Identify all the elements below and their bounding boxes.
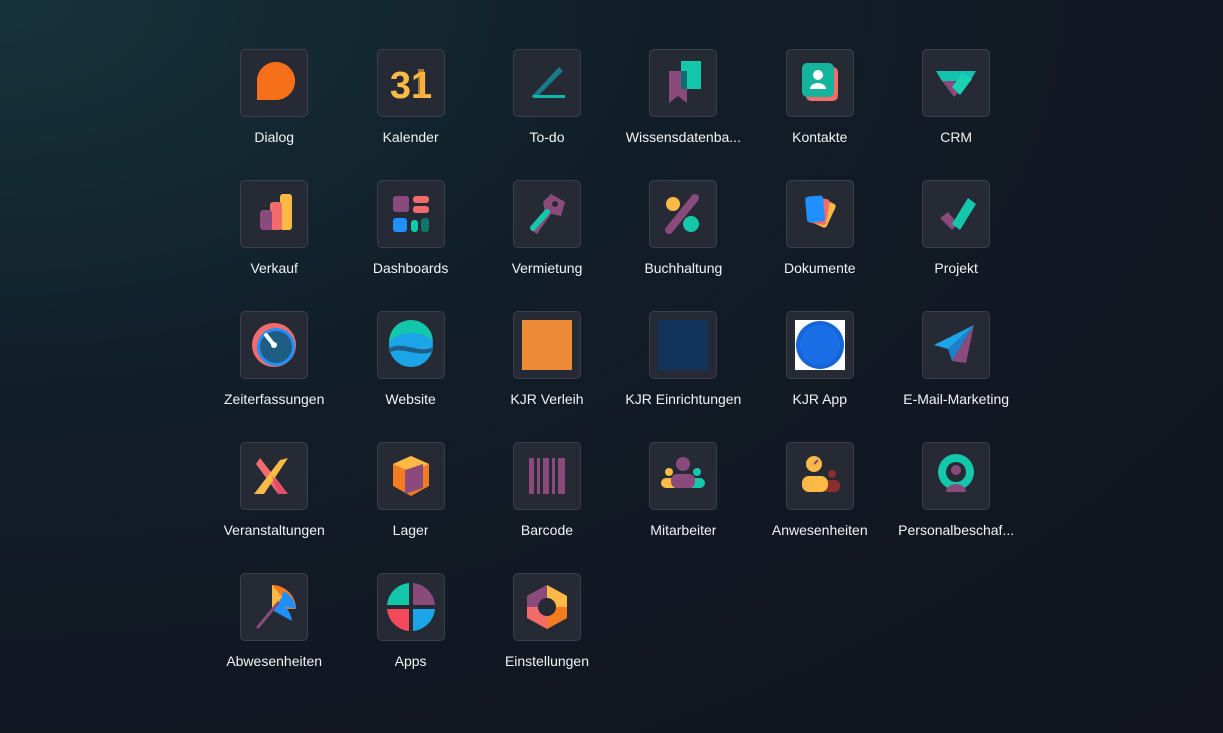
app-crm[interactable]: CRM xyxy=(888,49,1024,180)
app-label: Mitarbeiter xyxy=(650,522,717,538)
website-icon xyxy=(376,311,445,379)
app-label: Barcode xyxy=(520,522,574,538)
inventory-icon xyxy=(376,442,445,510)
app-label: Veranstaltungen xyxy=(223,522,325,538)
attendance-icon xyxy=(785,442,854,510)
todo-icon xyxy=(512,49,581,117)
app-kalender[interactable]: 31 Kalender xyxy=(342,49,478,180)
project-icon xyxy=(922,180,991,248)
app-email-marketing[interactable]: E-Mail-Marketing xyxy=(888,311,1024,442)
knowledge-icon xyxy=(649,49,718,117)
time-off-icon xyxy=(240,573,309,641)
app-personalbeschaffung[interactable]: Personalbeschaf... xyxy=(888,442,1024,573)
app-veranstaltungen[interactable]: Veranstaltungen xyxy=(206,442,342,573)
app-label: Kalender xyxy=(382,129,439,145)
app-kontakte[interactable]: Kontakte xyxy=(752,49,888,180)
app-label: Dashboards xyxy=(372,260,449,276)
apps-icon xyxy=(376,573,445,641)
calendar-icon-text: 31 xyxy=(389,65,431,107)
app-label: Buchhaltung xyxy=(644,260,723,276)
app-dashboards[interactable]: Dashboards xyxy=(342,180,478,311)
app-label: Abwesenheiten xyxy=(226,653,323,669)
app-kjr-einrichtungen[interactable]: KJR Einrichtungen xyxy=(615,311,751,442)
settings-icon xyxy=(512,573,581,641)
accounting-icon xyxy=(649,180,718,248)
app-wissensdatenbank[interactable]: Wissensdatenba... xyxy=(615,49,751,180)
app-label: E-Mail-Marketing xyxy=(903,391,1010,407)
rental-icon xyxy=(512,180,581,248)
paper-plane-icon xyxy=(922,311,991,379)
app-label: Einstellungen xyxy=(504,653,589,669)
app-label: Projekt xyxy=(934,260,978,276)
calendar-icon: 31 xyxy=(376,49,445,117)
app-kjr-app[interactable]: KJR App xyxy=(752,311,888,442)
app-kjr-verleih[interactable]: KJR Verleih xyxy=(479,311,615,442)
app-projekt[interactable]: Projekt xyxy=(888,180,1024,311)
app-lager[interactable]: Lager xyxy=(342,442,478,573)
app-label: Verkauf xyxy=(250,260,298,276)
app-todo[interactable]: To-do xyxy=(479,49,615,180)
timesheet-icon xyxy=(240,311,309,379)
app-label: CRM xyxy=(940,129,973,145)
app-label: Vermietung xyxy=(511,260,583,276)
app-barcode[interactable]: Barcode xyxy=(479,442,615,573)
barcode-icon xyxy=(512,442,581,510)
dialog-icon xyxy=(240,49,309,117)
app-website[interactable]: Website xyxy=(342,311,478,442)
recruitment-icon xyxy=(922,442,991,510)
app-label: Zeiterfassungen xyxy=(223,391,325,407)
app-abwesenheiten[interactable]: Abwesenheiten xyxy=(206,573,342,704)
app-buchhaltung[interactable]: Buchhaltung xyxy=(615,180,751,311)
app-zeiterfassungen[interactable]: Zeiterfassungen xyxy=(206,311,342,442)
app-label: Dokumente xyxy=(783,260,856,276)
app-label: Personalbeschaf... xyxy=(898,522,1015,538)
events-icon xyxy=(240,442,309,510)
app-label: Lager xyxy=(392,522,429,538)
app-anwesenheiten[interactable]: Anwesenheiten xyxy=(752,442,888,573)
app-label: Anwesenheiten xyxy=(771,522,868,538)
dashboards-icon xyxy=(376,180,445,248)
app-label: Kontakte xyxy=(792,129,848,145)
app-label: Website xyxy=(385,391,436,407)
app-vermietung[interactable]: Vermietung xyxy=(479,180,615,311)
app-mitarbeiter[interactable]: Mitarbeiter xyxy=(615,442,751,573)
app-apps[interactable]: Apps xyxy=(342,573,478,704)
app-label: KJR Verleih xyxy=(510,391,584,407)
crm-icon xyxy=(922,49,991,117)
app-grid: Dialog 31 Kalender To-do Wissensdatenba.… xyxy=(206,49,1024,704)
navy-square-icon xyxy=(649,311,718,379)
sales-icon xyxy=(240,180,309,248)
app-einstellungen[interactable]: Einstellungen xyxy=(479,573,615,704)
app-verkauf[interactable]: Verkauf xyxy=(206,180,342,311)
app-label: Wissensdatenba... xyxy=(625,129,741,145)
app-label: Apps xyxy=(394,653,427,669)
app-label: To-do xyxy=(529,129,565,145)
app-label: Dialog xyxy=(254,129,295,145)
documents-icon xyxy=(785,180,854,248)
app-label: KJR App xyxy=(792,391,847,407)
employees-icon xyxy=(649,442,718,510)
app-label: KJR Einrichtungen xyxy=(625,391,742,407)
app-dokumente[interactable]: Dokumente xyxy=(752,180,888,311)
orange-square-icon xyxy=(512,311,581,379)
contacts-icon xyxy=(785,49,854,117)
blue-circle-icon xyxy=(785,311,854,379)
app-dialog[interactable]: Dialog xyxy=(206,49,342,180)
